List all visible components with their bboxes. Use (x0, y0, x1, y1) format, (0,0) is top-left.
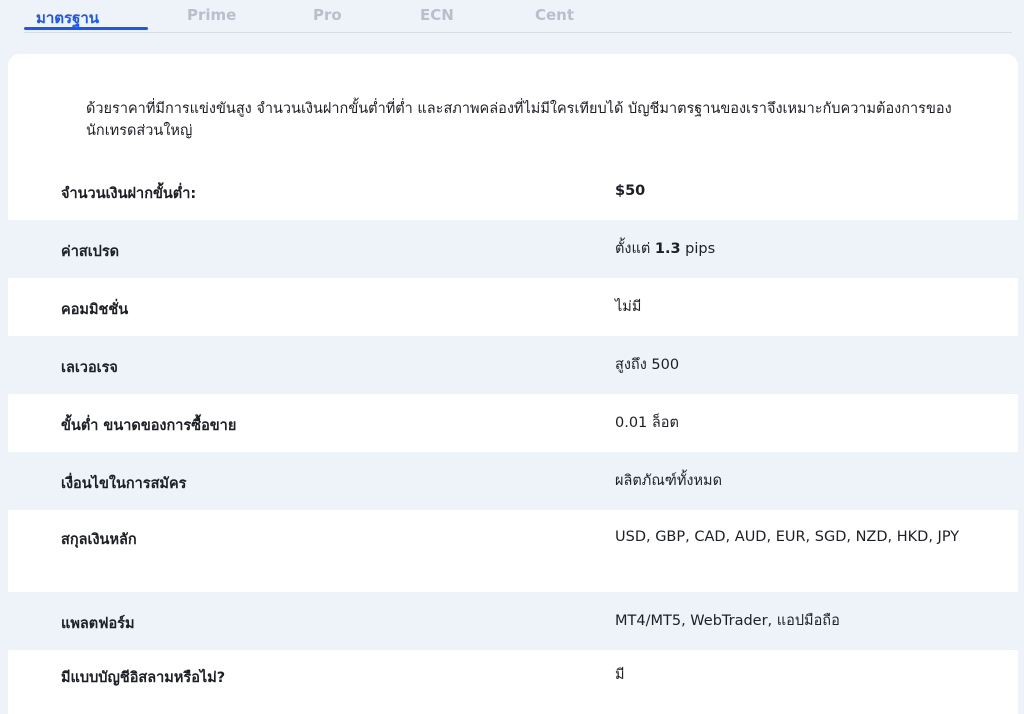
spec-value: MT4/MT5, WebTrader, แอปมือถือ (615, 613, 840, 629)
spread-prefix: ตั้งแต่ (615, 241, 655, 257)
spec-row-base-currencies: สกุลเงินหลัก USD, GBP, CAD, AUD, EUR, SG… (8, 510, 1018, 592)
spec-row-min-deposit: จำนวนเงินฝากขั้นต่ำ: $50 (8, 162, 1018, 220)
account-details-card: ด้วยราคาที่มีการแข่งขันสูง จำนวนเงินฝากข… (8, 54, 1018, 714)
spec-row-min-trade-size: ขั้นต่ำ ขนาดของการซื้อขาย 0.01 ล็อต (8, 394, 1018, 452)
spec-row-islamic-account: มีแบบบัญชีอิสลามหรือไม่? มี (8, 650, 1018, 714)
account-description: ด้วยราคาที่มีการแข่งขันสูง จำนวนเงินฝากข… (86, 101, 952, 139)
active-tab-indicator (24, 27, 148, 30)
spec-value: สูงถึง 500 (615, 357, 680, 373)
spec-label: เลเวอเรจ (61, 360, 118, 376)
spread-number: 1.3 (654, 241, 681, 257)
tab-prime[interactable]: Prime (187, 6, 236, 24)
tab-cent[interactable]: Cent (535, 6, 574, 24)
spec-label: สกุลเงินหลัก (61, 532, 137, 548)
spec-value: ตั้งแต่ 1.3 pips (615, 237, 975, 261)
spec-label: จำนวนเงินฝากขั้นต่ำ: (61, 186, 197, 202)
spec-label: คอมมิชชั่น (61, 302, 129, 318)
spec-label: ขั้นต่ำ ขนาดของการซื้อขาย (61, 418, 237, 434)
spec-label: ค่าสเปรด (61, 244, 120, 260)
spec-row-platforms: แพลตฟอร์ม MT4/MT5, WebTrader, แอปมือถือ (8, 592, 1018, 650)
spec-label: แพลตฟอร์ม (61, 616, 135, 632)
tab-pro[interactable]: Pro (313, 6, 342, 24)
spec-value: ไม่มี (615, 299, 642, 315)
spec-row-requirements: เงื่อนไขในการสมัคร ผลิตภัณฑ์ทั้งหมด (8, 452, 1018, 510)
spec-label: เงื่อนไขในการสมัคร (61, 476, 187, 492)
spec-row-leverage: เลเวอเรจ สูงถึง 500 (8, 336, 1018, 394)
spread-unit: pips (680, 241, 716, 257)
spec-value: ผลิตภัณฑ์ทั้งหมด (615, 473, 723, 489)
spec-row-spread: ค่าสเปรด ตั้งแต่ 1.3 pips (8, 220, 1018, 278)
spec-value: มี (615, 667, 625, 683)
account-type-tabs: มาตรฐาน Prime Pro ECN Cent (24, 0, 1012, 33)
spec-row-commission: คอมมิชชั่น ไม่มี (8, 278, 1018, 336)
spec-value: $50 (615, 183, 646, 199)
spec-label: มีแบบบัญชีอิสลามหรือไม่? (61, 670, 226, 686)
spec-value: USD, GBP, CAD, AUD, EUR, SGD, NZD, HKD, … (615, 529, 960, 545)
spec-value: 0.01 ล็อต (615, 415, 679, 431)
tab-ecn[interactable]: ECN (420, 6, 454, 24)
